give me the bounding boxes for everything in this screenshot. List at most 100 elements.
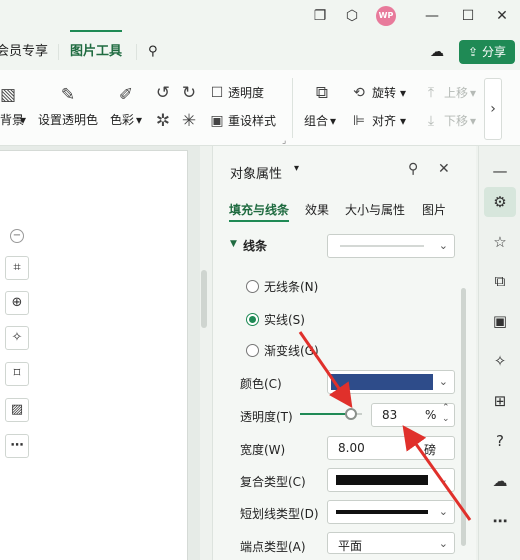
zoom-in-icon[interactable]: ⊕ (5, 291, 29, 315)
radio-no-line-label[interactable]: 无线条(N) (264, 278, 318, 295)
menu-member[interactable]: 会员专享 (0, 44, 48, 60)
transparency-icon[interactable]: ☐ (208, 84, 226, 102)
transparency-label: 透明度(T) (240, 410, 293, 424)
menu-bar: 会员专享 图片工具 ⚲ ☁ (0, 34, 520, 70)
avatar[interactable]: WP (376, 6, 396, 26)
color-label: 颜色(C) (240, 377, 282, 391)
spin-down-icon[interactable]: ⌄ (442, 414, 450, 424)
crop-icon[interactable]: ⌗ (5, 256, 29, 280)
ribbon-scroll-right-button[interactable]: › (484, 78, 502, 140)
cloud-icon[interactable]: ☁ (430, 44, 444, 60)
tab-picture[interactable]: 图片 (422, 201, 446, 218)
chevron-down-icon: ⌄ (438, 537, 448, 550)
ribbon (0, 70, 520, 146)
cloud-sync-icon[interactable]: ☁ (489, 470, 511, 492)
rotate-left-icon[interactable]: ↺ (154, 84, 172, 102)
section-collapse-icon[interactable]: ▼ (230, 239, 237, 249)
tab-effects[interactable]: 效果 (305, 201, 329, 218)
line-color-dropdown[interactable]: ⌄ (327, 370, 455, 394)
sticker-icon[interactable]: ▣ (489, 310, 511, 332)
star-icon[interactable]: ☆ (489, 231, 511, 253)
brightness-icon[interactable]: ✲ (154, 112, 172, 130)
reset-style-icon[interactable]: ▣ (208, 112, 226, 130)
move-down-button[interactable]: 下移 (444, 114, 468, 128)
help-icon[interactable]: ? (489, 430, 511, 452)
rotate-icon[interactable]: ⟲ (350, 84, 368, 102)
line-style-preset-dropdown[interactable]: ⌄ (327, 234, 455, 258)
magic-wand-icon[interactable]: ✧ (489, 350, 511, 372)
panel-scrollbar[interactable] (461, 288, 466, 546)
image-edit-icon[interactable]: ▨ (5, 398, 29, 422)
properties-settings-icon[interactable]: ⚙ (489, 191, 511, 213)
collapse-icon[interactable]: − (10, 229, 24, 243)
transparency-button[interactable]: 透明度 (228, 86, 264, 100)
transparency-spinbox[interactable]: 83 % ⌃ ⌄ (371, 403, 455, 427)
set-transparent-color-button[interactable]: 设置透明色 (38, 113, 98, 127)
book-icon[interactable]: ⊞ (489, 390, 511, 412)
transparency-slider-track[interactable] (300, 408, 362, 420)
color-icon[interactable]: ✐ (116, 86, 136, 104)
cap-type-dropdown[interactable]: 平面 ⌄ (327, 532, 455, 554)
color-button[interactable]: 色彩 (110, 113, 134, 127)
maximize-icon[interactable]: ☐ (460, 8, 476, 24)
cube-icon[interactable]: ⬡ (344, 8, 360, 24)
radio-gradient-line[interactable] (246, 344, 259, 357)
panel-close-icon[interactable]: ✕ (438, 161, 450, 177)
menu-picture-tools[interactable]: 图片工具 (70, 44, 122, 60)
move-up-icon[interactable]: ⤒ (422, 84, 440, 102)
rotate-button[interactable]: 旋转 (372, 86, 396, 100)
panel-title-dropdown-icon[interactable]: ▾ (294, 163, 299, 174)
more-icon[interactable]: ⋯ (5, 434, 29, 458)
share-icon: ⇪ (468, 45, 479, 59)
chevron-down-icon: ⌄ (438, 239, 448, 252)
collapse-sidebar-icon[interactable]: — (489, 160, 511, 182)
minimize-icon[interactable]: — (424, 8, 440, 24)
radio-no-line[interactable] (246, 280, 259, 293)
transparency-value[interactable]: 83 (382, 408, 397, 422)
group-icon[interactable]: ⧉ (310, 84, 334, 102)
radio-gradient-line-label[interactable]: 渐变线(G) (264, 342, 319, 359)
background-icon[interactable]: ▧ (0, 86, 16, 104)
width-label: 宽度(W) (240, 443, 286, 457)
width-spinbox[interactable]: 8.00 磅 (327, 436, 455, 460)
width-value[interactable]: 8.00 (338, 441, 365, 455)
width-unit: 磅 (424, 443, 437, 457)
compound-type-label: 复合类型(C) (240, 475, 306, 489)
tab-fill-and-line[interactable]: 填充与线条 (229, 201, 289, 218)
transparency-unit: % (425, 408, 437, 422)
window-icon[interactable]: ❐ (312, 8, 328, 24)
line-color-swatch (331, 374, 433, 390)
search-icon[interactable]: ⚲ (148, 44, 158, 60)
active-tab-underline (229, 220, 289, 222)
extract-text-icon[interactable]: ⌑ (5, 362, 29, 386)
document-page[interactable] (0, 150, 188, 560)
color-dropdown-icon[interactable]: ▾ (136, 113, 142, 127)
contrast-icon[interactable]: ✳ (180, 112, 198, 130)
panel-title[interactable]: 对象属性 (230, 163, 282, 182)
magic-tool-icon[interactable]: ✧ (5, 326, 29, 350)
align-icon[interactable]: ⊫ (350, 112, 368, 130)
canvas-scrollbar[interactable] (201, 270, 207, 328)
move-down-icon[interactable]: ⤓ (422, 112, 440, 130)
chevron-down-icon: ⌄ (438, 505, 448, 518)
reset-style-button[interactable]: 重设样式 (228, 114, 276, 128)
tab-size-and-properties[interactable]: 大小与属性 (345, 201, 405, 218)
title-bar: ❐ ⬡ WP — ☐ ✕ (0, 0, 520, 34)
more-options-icon[interactable]: ⋯ (489, 510, 511, 532)
move-up-button[interactable]: 上移 (444, 86, 468, 100)
pin-icon[interactable]: ⚲ (408, 161, 418, 177)
group-button[interactable]: 组合 (304, 114, 328, 128)
radio-solid-line-label[interactable]: 实线(S) (264, 311, 305, 328)
active-menu-underline (70, 30, 122, 32)
close-icon[interactable]: ✕ (494, 8, 510, 24)
shapes-icon[interactable]: ⧉ (489, 270, 511, 292)
radio-solid-line[interactable] (246, 313, 259, 326)
share-button[interactable]: ⇪ 分享 (459, 40, 515, 64)
rotate-right-icon[interactable]: ↻ (180, 84, 198, 102)
spin-up-icon[interactable]: ⌃ (442, 403, 450, 413)
set-transparent-icon[interactable]: ✎ (58, 86, 78, 104)
align-button[interactable]: 对齐 (372, 114, 396, 128)
compound-type-dropdown[interactable]: ⌄ (327, 468, 455, 492)
dash-type-dropdown[interactable]: ⌄ (327, 500, 455, 524)
transparency-slider-fill (300, 413, 352, 415)
